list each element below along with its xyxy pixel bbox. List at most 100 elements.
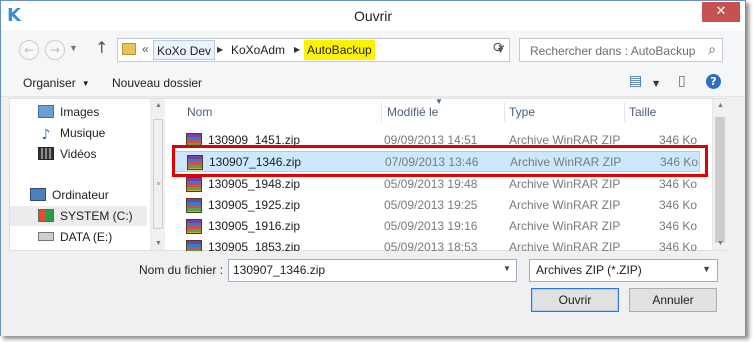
file-name: 130909_1451.zip <box>208 133 301 147</box>
breadcrumb-item-autobackup[interactable]: AutoBackup <box>304 40 375 60</box>
file-date: 05/09/2013 18:53 <box>384 240 478 251</box>
sidebar-item-images[interactable]: Images <box>38 102 99 122</box>
file-type: Archive WinRAR ZIP <box>509 240 621 251</box>
file-row[interactable]: 130909_1451.zip 09/09/2013 14:51 Archive… <box>172 130 700 151</box>
file-row-selected[interactable]: 130907_1346.zip 07/09/2013 13:46 Archive… <box>172 151 700 172</box>
view-options-icon[interactable]: ▤ <box>629 74 642 88</box>
winrar-archive-icon <box>186 219 202 234</box>
file-row[interactable]: 130905_1925.zip 05/09/2013 19:25 Archive… <box>172 195 700 216</box>
column-header-modified[interactable]: Modifié le <box>387 99 438 125</box>
up-folder-button[interactable]: ↑ <box>95 39 108 57</box>
file-type: Archive WinRAR ZIP <box>509 219 621 233</box>
file-type: Archive WinRAR ZIP <box>509 198 621 212</box>
folder-icon <box>122 43 136 55</box>
navigation-pane-scrollbar[interactable]: ▲ ≡ ▼ <box>150 99 165 250</box>
cancel-button[interactable]: Annuler <box>629 288 717 312</box>
column-divider[interactable] <box>504 102 505 122</box>
file-date: 09/09/2013 14:51 <box>384 133 478 147</box>
sidebar-item-label: Vidéos <box>60 147 97 161</box>
file-size: 346 Ko <box>659 240 698 251</box>
address-bar[interactable]: « KoXo Dev ▶ KoXoAdm ▶ AutoBackup ▼ <box>117 38 510 62</box>
column-header-type[interactable]: Type <box>509 99 535 125</box>
breadcrumb-arrow-icon[interactable]: ▶ <box>217 40 223 60</box>
search-icon[interactable]: ⌕ <box>708 42 716 58</box>
search-input[interactable]: Rechercher dans : AutoBackup ⌕ <box>519 38 723 62</box>
file-type: Archive WinRAR ZIP <box>509 177 621 191</box>
column-divider[interactable] <box>381 102 382 122</box>
sidebar-item-system-c[interactable]: SYSTEM (C:) <box>10 206 147 226</box>
filetype-select[interactable]: Archives ZIP (*.ZIP) ▼ <box>529 259 718 282</box>
toolbar: Organiser ▼ Nouveau dossier ▤ ▼ ▯ ? <box>1 67 745 97</box>
sidebar-item-music[interactable]: ♪ Musique <box>38 123 106 143</box>
refresh-icon[interactable]: ⟳ <box>493 41 505 55</box>
file-date: 05/09/2013 19:48 <box>384 177 478 191</box>
open-button[interactable]: Ouvrir <box>531 288 619 312</box>
open-file-dialog: K Ouvrir ✕ ← → ▼ ↑ « KoXo Dev ▶ KoXoAdm … <box>0 0 746 336</box>
music-icon: ♪ <box>41 127 51 143</box>
sort-descending-icon: ▼ <box>435 97 443 106</box>
winrar-archive-icon <box>186 198 202 213</box>
sidebar-item-label: DATA (E:) <box>60 230 113 244</box>
close-button[interactable]: ✕ <box>702 2 740 22</box>
file-type: Archive WinRAR ZIP <box>510 155 622 169</box>
breadcrumb-arrow-icon[interactable]: ▶ <box>294 40 300 60</box>
scroll-grip-icon: ≡ <box>156 181 161 188</box>
scroll-up-icon[interactable]: ▲ <box>151 102 166 109</box>
file-row[interactable]: 130905_1916.zip 05/09/2013 19:16 Archive… <box>172 216 700 237</box>
scroll-thumb[interactable] <box>153 119 163 229</box>
sidebar-item-videos[interactable]: Vidéos <box>38 144 96 164</box>
winrar-archive-icon <box>186 133 202 148</box>
recent-locations-icon[interactable]: ▼ <box>69 43 78 53</box>
filename-label: Nom du fichier : <box>139 263 224 277</box>
file-size: 346 Ko <box>659 219 698 233</box>
sidebar-item-data-e[interactable]: DATA (E:) <box>38 227 112 247</box>
winrar-archive-icon <box>187 155 203 170</box>
column-header-name[interactable]: Nom <box>187 99 212 125</box>
scroll-thumb[interactable] <box>715 117 725 243</box>
filename-dropdown-icon[interactable]: ▼ <box>503 264 511 273</box>
view-dropdown-icon[interactable]: ▼ <box>653 77 659 91</box>
breadcrumb-overflow[interactable]: « <box>142 42 149 56</box>
file-date: 05/09/2013 19:25 <box>384 198 478 212</box>
file-name: 130905_1853.zip <box>208 240 301 251</box>
filename-field[interactable]: 130907_1346.zip <box>228 259 517 282</box>
search-placeholder: Rechercher dans : AutoBackup <box>530 44 696 58</box>
dialog-title: Ouvrir <box>353 8 393 24</box>
data-drive-icon <box>38 232 54 241</box>
navigation-pane: Images ♪ Musique Vidéos Ordinateur SYSTEM… <box>10 99 147 250</box>
file-size: 346 Ko <box>659 177 698 191</box>
new-folder-button[interactable]: Nouveau dossier <box>112 76 202 90</box>
column-header-size[interactable]: Taille <box>629 99 656 125</box>
file-list-scrollbar[interactable]: ▲ ▼ <box>712 99 727 250</box>
file-name: 130905_1916.zip <box>208 219 301 233</box>
chevron-down-icon: ▼ <box>81 79 90 88</box>
content-area: Images ♪ Musique Vidéos Ordinateur SYSTEM… <box>9 97 727 251</box>
file-size: 346 Ko <box>659 133 698 147</box>
scroll-down-icon[interactable]: ▼ <box>713 240 728 247</box>
chevron-down-icon: ▼ <box>702 264 711 274</box>
help-icon[interactable]: ? <box>706 74 721 89</box>
sidebar-item-label: Images <box>60 105 100 119</box>
sidebar-item-label: SYSTEM (C:) <box>60 209 133 223</box>
breadcrumb-item-koxo-dev[interactable]: KoXo Dev <box>153 40 216 60</box>
back-button[interactable]: ← <box>19 40 39 60</box>
column-divider[interactable] <box>624 102 625 122</box>
sidebar-item-computer[interactable]: Ordinateur <box>30 185 109 205</box>
dialog-footer: Nom du fichier : 130907_1346.zip ▼ Archi… <box>1 252 745 336</box>
preview-pane-icon[interactable]: ▯ <box>678 74 686 88</box>
winrar-archive-icon <box>186 177 202 192</box>
file-list: Nom Modifié le ▼ Type Taille 130909_1451… <box>165 97 726 251</box>
organize-button[interactable]: Organiser ▼ <box>23 76 90 90</box>
file-name: 130907_1346.zip <box>209 155 302 169</box>
breadcrumb-item-koxoadm[interactable]: KoXoAdm <box>228 40 288 60</box>
file-date: 05/09/2013 19:16 <box>384 219 478 233</box>
file-type: Archive WinRAR ZIP <box>509 133 621 147</box>
scroll-down-icon[interactable]: ▼ <box>151 240 166 247</box>
forward-button[interactable]: → <box>45 40 65 60</box>
scroll-up-icon[interactable]: ▲ <box>713 102 728 109</box>
file-name: 130905_1925.zip <box>208 198 301 212</box>
file-row[interactable]: 130905_1853.zip 05/09/2013 18:53 Archive… <box>172 237 700 251</box>
system-drive-icon <box>38 209 54 222</box>
sidebar-item-label: Ordinateur <box>52 188 109 202</box>
file-row[interactable]: 130905_1948.zip 05/09/2013 19:48 Archive… <box>172 174 700 195</box>
